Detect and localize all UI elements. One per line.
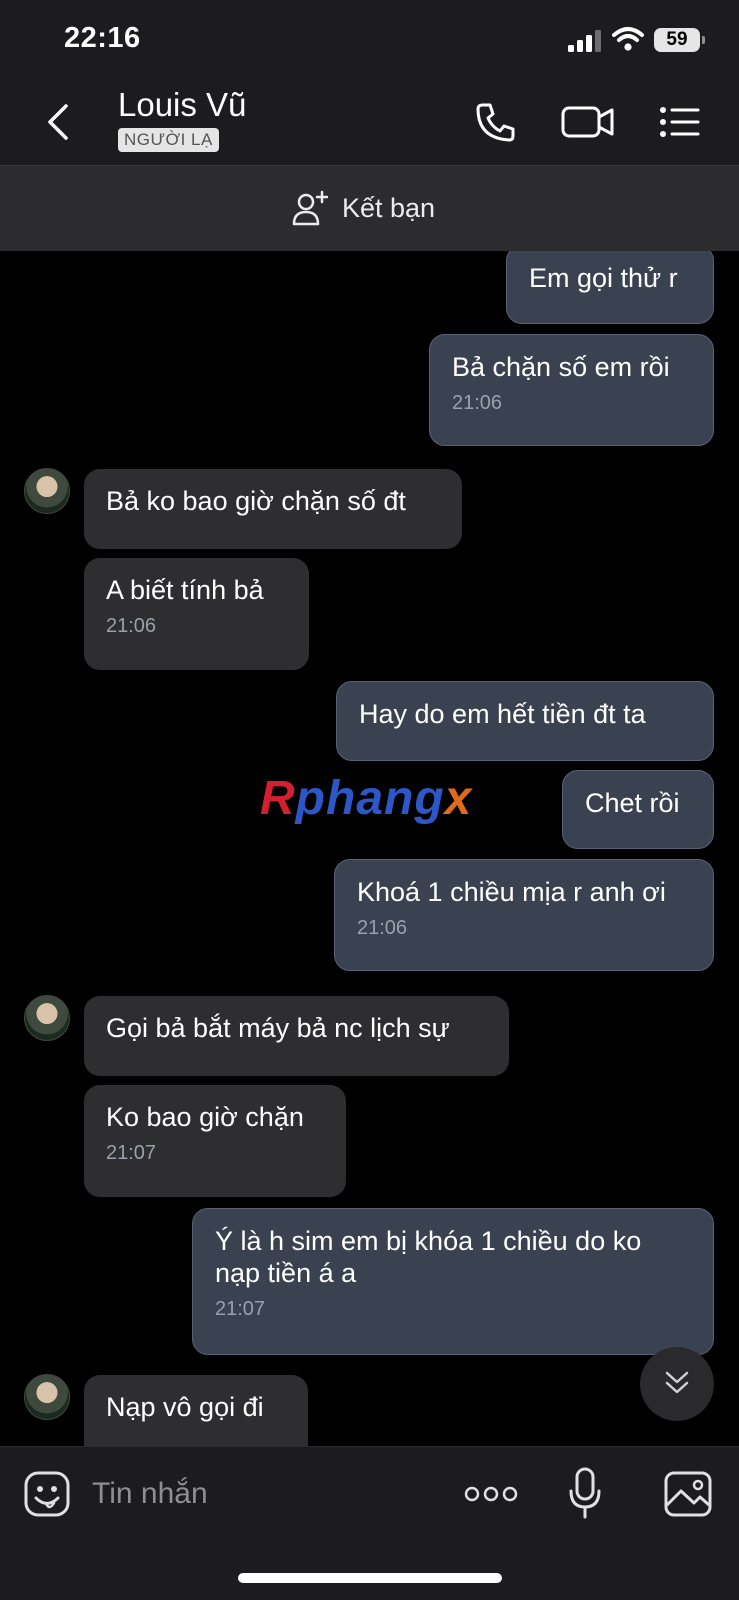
phone-icon[interactable] xyxy=(474,100,518,144)
message-time: 21:06 xyxy=(357,917,408,939)
message-text: A biết tính bả xyxy=(106,575,264,605)
add-friend-button[interactable]: Kết bạn xyxy=(292,188,435,228)
add-friend-bar: Kết bạn xyxy=(0,165,739,251)
message-text: Ý là h sim em bị khóa 1 chiều do ko nạp … xyxy=(215,1226,642,1288)
message-text: Khoá 1 chiều mịa r anh ơi xyxy=(357,877,666,907)
message-bubble-outgoing[interactable]: Chet rồi xyxy=(562,770,714,849)
message-bubble-incoming[interactable]: Ko bao giờ chặn 21:07 xyxy=(84,1085,346,1197)
chevron-left-icon[interactable] xyxy=(40,100,80,144)
message-list[interactable]: Em gọi thử r Bả chặn số em rồi 21:06 Bả … xyxy=(0,251,739,1446)
message-composer xyxy=(0,1446,739,1600)
home-indicator[interactable] xyxy=(238,1573,502,1583)
message-text: Ko bao giờ chặn xyxy=(106,1102,304,1132)
message-bubble-incoming[interactable]: Gọi bả bắt máy bả nc lịch sự xyxy=(84,996,509,1076)
message-time: 21:07 xyxy=(215,1298,266,1320)
avatar[interactable] xyxy=(24,995,70,1041)
message-bubble-outgoing[interactable]: Em gọi thử r xyxy=(506,251,714,324)
message-text: Chet rồi xyxy=(585,788,680,818)
message-bubble-outgoing[interactable]: Khoá 1 chiều mịa r anh ơi 21:06 xyxy=(334,859,714,971)
message-time: 21:06 xyxy=(452,392,503,414)
video-camera-icon[interactable] xyxy=(560,100,616,144)
cellular-signal-icon xyxy=(568,30,601,52)
message-text: Gọi bả bắt máy bả nc lịch sự xyxy=(106,1013,450,1043)
message-bubble-incoming[interactable]: A biết tính bả 21:06 xyxy=(84,558,309,670)
scroll-to-bottom-button[interactable] xyxy=(640,1347,714,1421)
message-bubble-incoming[interactable]: Nạp vô gọi đi xyxy=(84,1375,308,1446)
message-text: Em gọi thử r xyxy=(529,263,678,293)
emoji-icon[interactable] xyxy=(24,1471,70,1517)
stranger-badge: NGƯỜI LẠ xyxy=(118,128,219,152)
message-text: Bả chặn số em rồi xyxy=(452,352,670,382)
microphone-icon[interactable] xyxy=(568,1467,602,1519)
status-time: 22:16 xyxy=(64,22,141,54)
contact-name[interactable]: Louis Vũ xyxy=(118,86,246,124)
person-add-icon xyxy=(292,190,328,226)
message-bubble-incoming[interactable]: Bả ko bao giờ chặn số đt xyxy=(84,469,462,549)
message-input[interactable] xyxy=(92,1471,432,1517)
message-bubble-outgoing[interactable]: Bả chặn số em rồi 21:06 xyxy=(429,334,714,446)
add-friend-label: Kết bạn xyxy=(342,192,436,223)
chevrons-down-icon xyxy=(665,1371,689,1394)
battery-indicator: 59 xyxy=(654,28,705,52)
image-icon[interactable] xyxy=(664,1471,712,1517)
wifi-icon xyxy=(612,27,644,51)
message-text: Bả ko bao giờ chặn số đt xyxy=(106,486,406,516)
message-bubble-outgoing[interactable]: Hay do em hết tiền đt ta xyxy=(336,681,714,761)
avatar[interactable] xyxy=(24,1374,70,1420)
message-text: Hay do em hết tiền đt ta xyxy=(359,699,646,729)
chat-header: Louis Vũ NGƯỜI LẠ xyxy=(0,80,739,165)
status-bar: 22:16 59 xyxy=(0,0,739,80)
message-bubble-outgoing[interactable]: Ý là h sim em bị khóa 1 chiều do ko nạp … xyxy=(192,1208,714,1355)
list-menu-icon[interactable] xyxy=(658,100,702,144)
message-text: Nạp vô gọi đi xyxy=(106,1392,264,1422)
watermark-logo: Rphangx xyxy=(260,772,473,825)
avatar[interactable] xyxy=(24,468,70,514)
message-time: 21:07 xyxy=(106,1142,157,1164)
more-dots-icon[interactable] xyxy=(464,1479,518,1509)
message-time: 21:06 xyxy=(106,615,157,637)
